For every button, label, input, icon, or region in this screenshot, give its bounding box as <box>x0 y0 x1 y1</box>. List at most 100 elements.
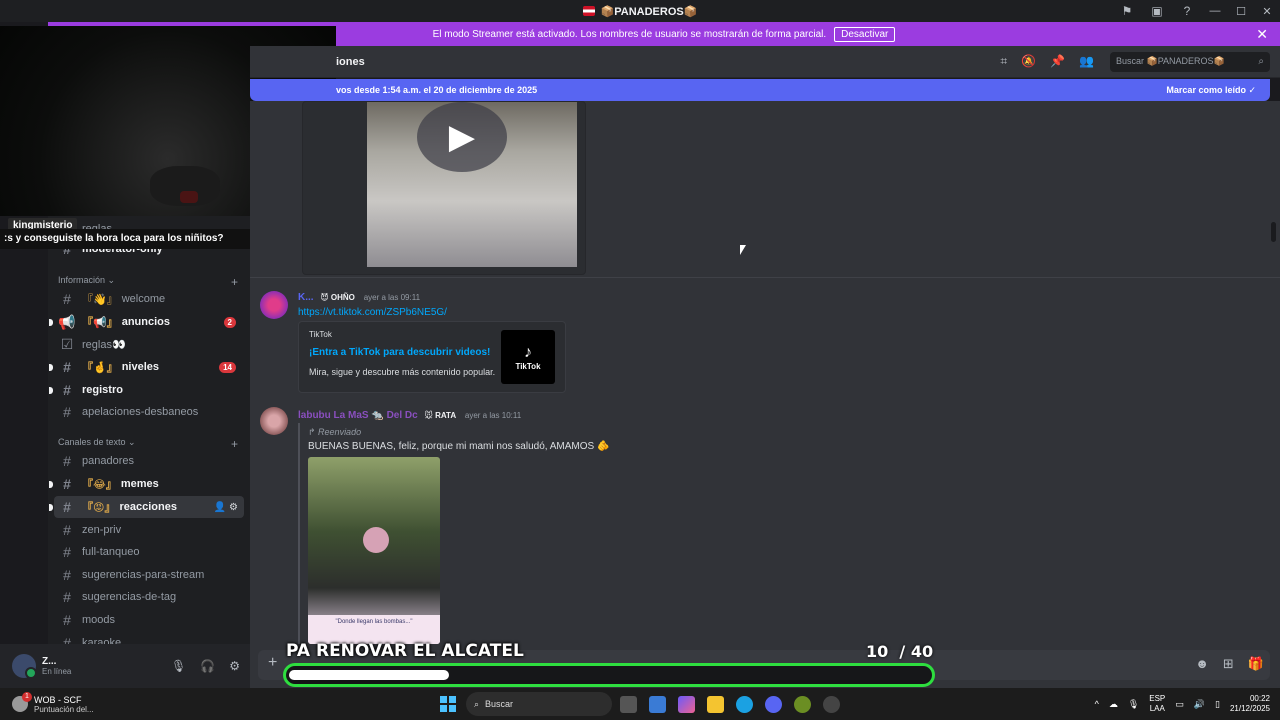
edge-icon[interactable] <box>736 695 753 713</box>
apps-icon[interactable]: ⊞ <box>1223 656 1234 672</box>
deactivate-button[interactable]: Desactivar <box>834 26 896 42</box>
video-attachment[interactable]: "Donde llegan las bombas..." <box>308 457 440 644</box>
sidebar-item-reglas[interactable]: ☑ reglas👀 <box>54 333 244 355</box>
gear-icon[interactable]: ⚙ <box>229 659 240 673</box>
message-author[interactable]: labubu La MaS 🐀 Del Dc 🐭 RATA ayer a las… <box>298 410 521 421</box>
sidebar-item-memes[interactable]: # 『😂』 memes <box>49 473 244 495</box>
cloud-icon[interactable]: ☁ <box>1109 699 1118 710</box>
user-panel: Z... En línea 🎙 🎧 ⚙ <box>0 644 250 688</box>
discord-icon[interactable] <box>765 695 782 713</box>
divider <box>250 277 1280 278</box>
channel-header: iones ⌗ 🔕 📌 👥 Buscar 📦PANADEROS📦 ⌕ <box>250 46 1280 78</box>
hash-icon: # <box>63 589 71 605</box>
scrollbar[interactable] <box>1271 222 1276 242</box>
gear-icon[interactable]: ⚙ <box>229 502 238 513</box>
avatar[interactable] <box>260 291 288 319</box>
goal-progress-bar <box>283 663 935 687</box>
video-caption: "Donde llegan las bombas..." <box>308 615 440 644</box>
widgets-button[interactable]: WOB - SCF Puntuación del... <box>12 692 94 714</box>
mark-as-read-button[interactable]: Marcar como leído ✓ <box>1166 85 1256 96</box>
members-icon[interactable]: 👥 <box>1079 54 1094 69</box>
sidebar-item-registro[interactable]: # registro <box>49 379 244 401</box>
headphones-icon[interactable]: 🎧 <box>200 659 215 673</box>
taskbar-search[interactable]: ⌕ Buscar <box>466 692 612 716</box>
category-informacion[interactable]: Información ⌄ + <box>58 275 238 289</box>
chevron-up-icon[interactable]: ^ <box>1095 699 1099 709</box>
hash-icon: # <box>63 291 71 307</box>
gift-icon[interactable]: 🎁 <box>1248 656 1264 672</box>
start-button[interactable] <box>440 696 456 712</box>
microphone-icon[interactable]: 🎙 <box>171 659 186 673</box>
task-view-icon[interactable] <box>620 695 637 713</box>
avatar[interactable] <box>12 654 37 679</box>
pin-icon[interactable]: 📌 <box>1050 54 1065 69</box>
microphone-icon[interactable]: 🎙 <box>1128 699 1139 710</box>
inbox-icon[interactable]: ▣ <box>1142 4 1172 18</box>
invite-icon[interactable]: 👤 <box>214 502 226 513</box>
embed-description: Mira, sigue y descubre más contenido pop… <box>309 367 496 377</box>
sidebar-item-welcome[interactable]: # 『👋』 welcome <box>54 288 244 310</box>
category-canales-de-texto[interactable]: Canales de texto ⌄ + <box>58 437 238 451</box>
close-window-button[interactable]: ✕ <box>1254 5 1280 18</box>
sidebar-item-moods[interactable]: # moods <box>54 609 244 631</box>
obs-icon[interactable] <box>823 695 840 713</box>
file-explorer-icon[interactable] <box>707 695 724 713</box>
play-icon[interactable]: ▶ <box>417 102 507 172</box>
sidebar-item-apelaciones-desbaneos[interactable]: # apelaciones-desbaneos <box>54 401 244 423</box>
sidebar-item-anuncios[interactable]: 📢 『📢』 anuncios 2 <box>49 311 244 333</box>
sidebar-item-karaoke[interactable]: # karaoke <box>54 632 244 644</box>
hash-icon: # <box>63 359 71 375</box>
sidebar-item-full-tanqueo[interactable]: # full-tanqueo <box>54 541 244 563</box>
language-indicator[interactable]: ESP LAA <box>1149 694 1165 714</box>
battery-icon[interactable]: ▯ <box>1215 699 1220 710</box>
avatar[interactable] <box>260 407 288 435</box>
search-icon: ⌕ <box>1258 56 1264 67</box>
add-attachment-icon[interactable]: + <box>268 654 277 672</box>
message-author[interactable]: K... 😈 OHÑO ayer a las 09:11 <box>298 292 420 303</box>
tiktok-logo-icon: ♪ TikTok <box>501 330 555 384</box>
goal-title: PA RENOVAR EL ALCATEL <box>286 641 524 661</box>
network-icon[interactable]: ▭ <box>1175 699 1184 710</box>
sidebar-item-zen-priv[interactable]: # zen-priv <box>54 519 244 541</box>
volume-icon[interactable]: 🔊 <box>1194 699 1205 710</box>
emoji-icon[interactable]: ☻ <box>1195 656 1209 672</box>
hash-icon: # <box>63 612 71 628</box>
unread-indicator <box>49 386 53 394</box>
new-messages-bar[interactable]: vos desde 1:54 a.m. el 20 de diciembre d… <box>250 79 1270 101</box>
role-tag: 😈 OHÑO <box>320 293 355 302</box>
video-embed[interactable]: ▶ <box>302 101 586 275</box>
close-banner-icon[interactable]: ✕ <box>1256 26 1268 43</box>
mouse-cursor-icon <box>740 245 746 255</box>
flag-report-icon[interactable]: ⚑ <box>1112 4 1142 18</box>
embed-title[interactable]: ¡Entra a TikTok para descubrir videos! <box>309 347 490 358</box>
sidebar-item-sugerencias-para-stream[interactable]: # sugerencias-para-stream <box>54 564 244 586</box>
copilot-icon[interactable] <box>678 695 695 713</box>
sidebar-item-niveles[interactable]: # 『🤞』 niveles 14 <box>49 356 244 378</box>
minimize-button[interactable]: — <box>1202 5 1228 17</box>
maximize-button[interactable]: ☐ <box>1228 5 1254 18</box>
hash-icon: # <box>63 453 71 469</box>
video-subject <box>363 527 389 553</box>
link-embed[interactable]: TikTok ¡Entra a TikTok para descubrir vi… <box>298 321 566 393</box>
sidebar-item-panadores[interactable]: # panadores <box>54 450 244 472</box>
message-text: BUENAS BUENAS, feliz, porque mi mami nos… <box>308 441 610 452</box>
message-link[interactable]: https://vt.tiktok.com/ZSPb6NE5G/ <box>298 307 447 318</box>
help-icon[interactable]: ? <box>1172 4 1202 18</box>
system-tray: ^ ☁ 🎙 ESP LAA ▭ 🔊 ▯ 00:22 21/12/2025 <box>1095 694 1270 714</box>
unread-indicator <box>49 363 53 371</box>
store-icon[interactable] <box>649 695 666 713</box>
add-channel-icon[interactable]: + <box>231 275 238 289</box>
search-icon: ⌕ <box>474 698 480 709</box>
add-channel-icon[interactable]: + <box>231 437 238 451</box>
embed-provider: TikTok <box>309 330 332 339</box>
mention-badge: 2 <box>223 316 236 328</box>
clock[interactable]: 00:22 21/12/2025 <box>1230 694 1270 714</box>
goal-count: 10 / 40 <box>866 642 934 661</box>
threads-icon[interactable]: ⌗ <box>1000 54 1007 69</box>
app-icon[interactable] <box>794 695 811 713</box>
sidebar-item-sugerencias-de-tag[interactable]: # sugerencias-de-tag <box>54 586 244 608</box>
goal-progress-fill <box>289 670 449 680</box>
search-input[interactable]: Buscar 📦PANADEROS📦 ⌕ <box>1110 51 1270 72</box>
sidebar-item-reacciones[interactable]: # 『😡』 reacciones 👤 ⚙ <box>49 496 244 518</box>
notifications-muted-icon[interactable]: 🔕 <box>1021 54 1036 69</box>
